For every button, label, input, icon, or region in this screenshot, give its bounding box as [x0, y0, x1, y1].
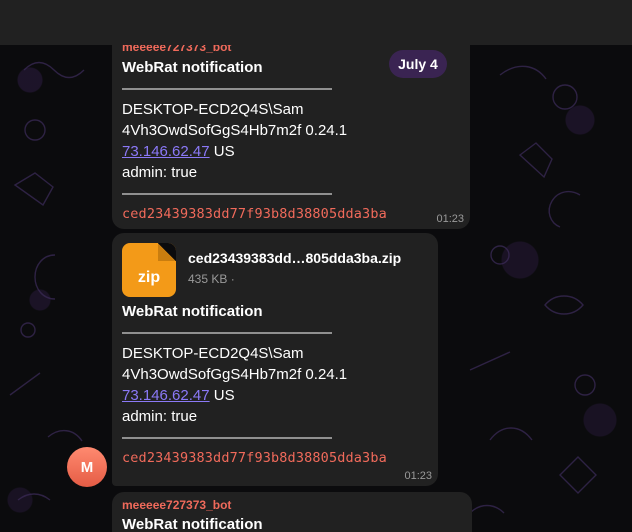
- build-line: 4Vh3OwdSofGgS4Hb7m2f 0.24.1: [122, 366, 348, 383]
- file-name[interactable]: ced23439383dd…805dda3ba.zip: [188, 250, 401, 266]
- ip-line: 73.146.62.47 US: [122, 141, 460, 162]
- chat-header: [0, 0, 632, 45]
- country-code: US: [213, 387, 235, 404]
- admin-line: admin: true: [122, 408, 198, 425]
- ip-link[interactable]: 73.146.62.47: [122, 143, 210, 160]
- avatar[interactable]: M: [67, 447, 107, 487]
- ip-link[interactable]: 73.146.62.47: [122, 387, 210, 404]
- divider-line: ——————————————: [122, 324, 332, 341]
- zip-file-icon[interactable]: zip: [122, 243, 176, 297]
- message-title: WebRat notification: [122, 516, 263, 532]
- date-badge: July 4: [389, 50, 447, 78]
- file-extension-label: zip: [137, 269, 161, 286]
- admin-line: admin: true: [122, 164, 198, 181]
- message-body: WebRat notification: [122, 514, 462, 532]
- message-bubble-2[interactable]: zip ced23439383dd…805dda3ba.zip 435 KB ·…: [112, 233, 438, 486]
- sender-name[interactable]: meeeee727373_bot: [122, 498, 231, 512]
- message-body: WebRat notification —————————————— DESKT…: [122, 301, 428, 469]
- build-line: 4Vh3OwdSofGgS4Hb7m2f 0.24.1: [122, 122, 348, 139]
- message-bubble-3[interactable]: meeeee727373_bot WebRat notification: [112, 492, 472, 532]
- country-code: US: [213, 143, 235, 160]
- divider-line: ——————————————: [122, 80, 332, 97]
- hash-code[interactable]: ced23439383dd77f93b8d38805dda3ba: [122, 204, 460, 225]
- message-title: WebRat notification: [122, 303, 263, 320]
- host-line: DESKTOP-ECD2Q4S\Sam: [122, 101, 304, 118]
- chat-window: July 4 meeeee727373_bot WebRat notificat…: [0, 0, 632, 532]
- message-time: 01:23: [404, 470, 432, 482]
- divider-line-2: ——————————————: [122, 429, 332, 446]
- ip-line: 73.146.62.47 US: [122, 385, 428, 406]
- message-body: WebRat notification —————————————— DESKT…: [122, 57, 460, 225]
- message-time: 01:23: [436, 213, 464, 225]
- file-size: 435 KB ·: [188, 272, 235, 286]
- divider-line-2: ——————————————: [122, 185, 332, 202]
- hash-code[interactable]: ced23439383dd77f93b8d38805dda3ba: [122, 448, 428, 469]
- host-line: DESKTOP-ECD2Q4S\Sam: [122, 345, 304, 362]
